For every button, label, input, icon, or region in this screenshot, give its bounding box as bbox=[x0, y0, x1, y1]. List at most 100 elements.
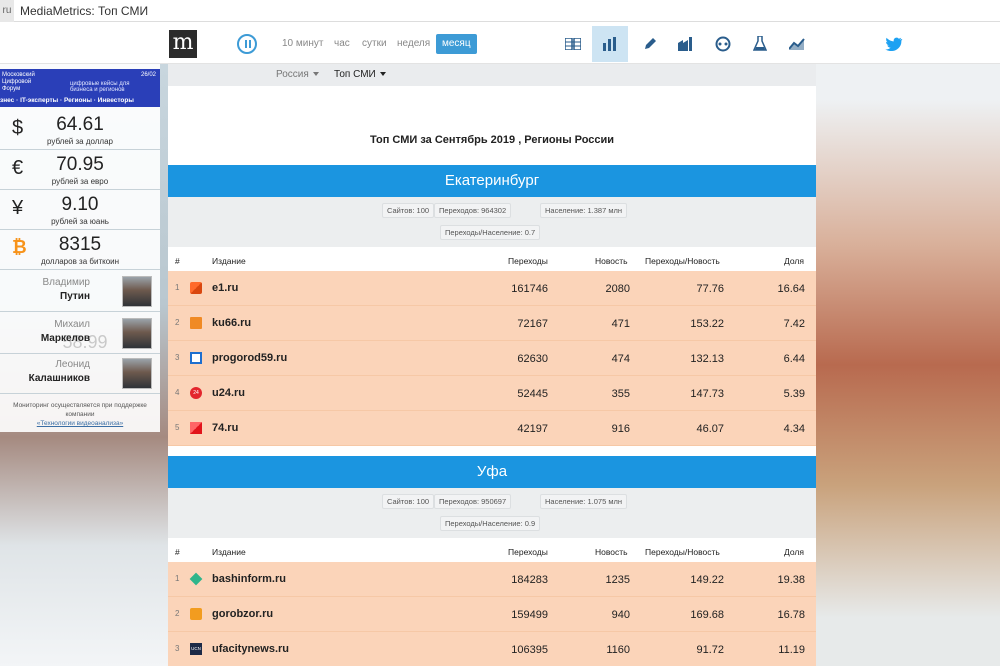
row-ratio: 46.07 bbox=[696, 423, 724, 435]
table-row[interactable]: 2 gorobzor.ru 159499 940 169.68 16.78 bbox=[168, 597, 816, 632]
col-news[interactable]: Новость bbox=[595, 256, 628, 266]
site-name-link[interactable]: gorobzor.ru bbox=[212, 608, 273, 620]
row-rank: 3 bbox=[175, 353, 180, 362]
row-ratio: 132.13 bbox=[690, 353, 724, 365]
site-name-link[interactable]: 74.ru bbox=[212, 422, 238, 434]
col-share[interactable]: Доля bbox=[784, 547, 804, 557]
city-stats: Сайтов: 100 Переходов: 964302 Население:… bbox=[168, 197, 816, 247]
left-sidebar: Московский Цифровой Форум цифровые кейсы… bbox=[0, 64, 160, 432]
site-favicon-icon bbox=[190, 352, 202, 364]
soccer-ball-icon[interactable] bbox=[705, 26, 741, 62]
country-label: Россия bbox=[276, 69, 309, 80]
rate-eur: € 70.95 рублей за евро bbox=[0, 150, 160, 190]
person-putin[interactable]: Владимир Путин bbox=[0, 272, 160, 312]
rate-label: долларов за биткоин bbox=[40, 257, 120, 266]
site-name-link[interactable]: e1.ru bbox=[212, 282, 238, 294]
site-name-link[interactable]: ufacitynews.ru bbox=[212, 643, 289, 655]
row-ratio: 91.72 bbox=[696, 644, 724, 656]
site-name-link[interactable]: bashinform.ru bbox=[212, 573, 286, 585]
city-header-ufa[interactable]: Уфа bbox=[168, 456, 816, 488]
row-visits: 161746 bbox=[511, 283, 548, 295]
row-share: 6.44 bbox=[783, 353, 805, 365]
rate-cny: ¥ 9.10 рублей за юань bbox=[0, 190, 160, 230]
row-rank: 1 bbox=[175, 283, 180, 292]
period-10min[interactable]: 10 минут bbox=[282, 34, 323, 54]
rate-label: рублей за евро bbox=[51, 177, 109, 186]
stat-sites: Сайтов: 100 bbox=[382, 203, 435, 218]
row-rank: 3 bbox=[175, 644, 180, 653]
section-label: Топ СМИ bbox=[334, 69, 376, 80]
period-hour[interactable]: час bbox=[334, 34, 350, 54]
euro-icon: € bbox=[12, 157, 24, 179]
row-share: 16.64 bbox=[777, 283, 805, 295]
row-ratio: 147.73 bbox=[690, 388, 724, 400]
col-visits[interactable]: Переходы bbox=[508, 547, 548, 557]
table-row[interactable]: 3 progorod59.ru 62630 474 132.13 6.44 bbox=[168, 341, 816, 376]
col-num: # bbox=[175, 547, 180, 557]
table-row[interactable]: 4 24 u24.ru 52445 355 147.73 5.39 bbox=[168, 376, 816, 411]
row-share: 19.38 bbox=[777, 574, 805, 586]
col-news[interactable]: Новость bbox=[595, 547, 628, 557]
table-row[interactable]: 3 UCN ufacitynews.ru 106395 1160 91.72 11.19 bbox=[168, 632, 816, 666]
city-header-ekaterinburg[interactable]: Екатеринбург bbox=[168, 165, 816, 197]
col-visits[interactable]: Переходы bbox=[508, 256, 548, 266]
person-last-name: Калашников bbox=[28, 373, 90, 384]
table-icon[interactable] bbox=[555, 26, 591, 62]
site-name-link[interactable]: progorod59.ru bbox=[212, 352, 287, 364]
table-row[interactable]: 2 ku66.ru 72167 471 153.22 7.42 bbox=[168, 306, 816, 341]
credit-link[interactable]: «Технологии видеоанализа» bbox=[37, 420, 123, 427]
col-share[interactable]: Доля bbox=[784, 256, 804, 266]
row-ratio: 169.68 bbox=[690, 609, 724, 621]
person-markelov[interactable]: Михаил Маркелов bbox=[0, 314, 160, 354]
person-photo bbox=[122, 318, 152, 349]
main-content: Россия Топ СМИ Топ СМИ за Сентябрь 2019 … bbox=[168, 64, 816, 666]
factory-icon[interactable] bbox=[668, 26, 704, 62]
col-ratio[interactable]: Переходы/Новость bbox=[645, 256, 720, 266]
row-visits: 106395 bbox=[511, 644, 548, 656]
bar-chart-icon[interactable] bbox=[592, 26, 628, 62]
person-photo bbox=[122, 276, 152, 307]
site-favicon-icon bbox=[190, 422, 202, 434]
col-name[interactable]: Издание bbox=[212, 547, 246, 557]
dollar-icon: $ bbox=[12, 117, 24, 139]
country-dropdown[interactable]: Россия bbox=[276, 64, 319, 86]
person-first-name: Леонид bbox=[55, 359, 90, 370]
table-row[interactable]: 1 bashinform.ru 184283 1235 149.22 19.38 bbox=[168, 562, 816, 597]
background-cathedral-image bbox=[816, 64, 1000, 666]
forum-banner[interactable]: Московский Цифровой Форум цифровые кейсы… bbox=[0, 69, 160, 107]
table-row[interactable]: 1 e1.ru 161746 2080 77.76 16.64 bbox=[168, 271, 816, 306]
period-week[interactable]: неделя bbox=[397, 34, 430, 54]
trend-line-icon[interactable] bbox=[779, 26, 815, 62]
site-favicon-icon bbox=[190, 317, 202, 329]
monitoring-credit: Мониторинг осуществляется при поддержке … bbox=[0, 401, 160, 428]
row-ratio: 149.22 bbox=[690, 574, 724, 586]
pause-icon[interactable] bbox=[237, 34, 257, 54]
breadcrumb: Россия Топ СМИ bbox=[168, 64, 816, 86]
period-month[interactable]: месяц bbox=[436, 34, 477, 54]
row-ratio: 77.76 bbox=[696, 283, 724, 295]
col-ratio[interactable]: Переходы/Новость bbox=[645, 547, 720, 557]
row-share: 11.19 bbox=[778, 644, 805, 656]
rate-value: 64.61 bbox=[56, 114, 104, 135]
banner-tagline: знес · IT-эксперты · Регионы · Инвесторы bbox=[0, 97, 134, 104]
section-dropdown[interactable]: Топ СМИ bbox=[334, 64, 386, 86]
col-name[interactable]: Издание bbox=[212, 256, 246, 266]
stat-population: Население: 1.075 млн bbox=[540, 494, 628, 509]
person-last-name: Путин bbox=[60, 291, 90, 302]
site-name-link[interactable]: u24.ru bbox=[212, 387, 245, 399]
site-name-link[interactable]: ku66.ru bbox=[212, 317, 251, 329]
banner-title: Московский Цифровой Форум bbox=[2, 72, 35, 92]
person-kalashnikov[interactable]: Леонид Калашников bbox=[0, 354, 160, 394]
row-news: 471 bbox=[611, 318, 630, 330]
period-day[interactable]: сутки bbox=[362, 34, 387, 54]
pen-icon[interactable] bbox=[632, 26, 668, 62]
twitter-icon[interactable] bbox=[876, 26, 912, 62]
row-news: 1160 bbox=[606, 644, 630, 656]
browser-tab-title[interactable]: MediaMetrics: Топ СМИ bbox=[20, 0, 148, 22]
mediametrics-logo[interactable]: m bbox=[169, 30, 197, 58]
table-row[interactable]: 5 74.ru 42197 916 46.07 4.34 bbox=[168, 411, 816, 446]
row-rank: 2 bbox=[175, 609, 180, 618]
row-share: 4.34 bbox=[783, 423, 805, 435]
flask-icon[interactable] bbox=[742, 26, 778, 62]
person-first-name: Владимир bbox=[42, 277, 90, 288]
